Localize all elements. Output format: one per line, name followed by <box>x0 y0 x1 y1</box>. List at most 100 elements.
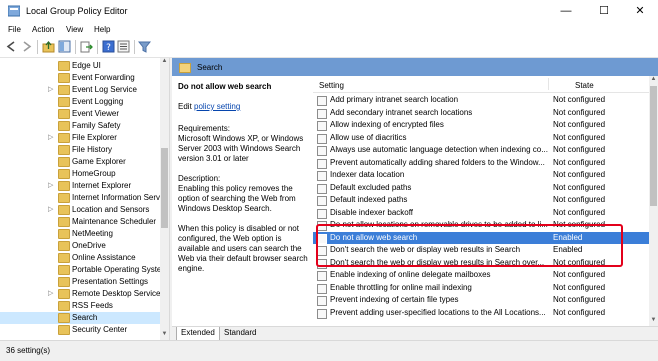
back-arrow-icon[interactable] <box>5 40 18 53</box>
tree-item-label: Maintenance Scheduler <box>72 217 157 226</box>
column-state[interactable]: State <box>575 81 594 90</box>
tree-item[interactable]: ▷ Location and Sensors <box>0 204 160 216</box>
tree-item[interactable]: ▷ Event Log Service <box>0 84 160 96</box>
table-row[interactable]: Default excluded paths Not configured <box>313 182 649 194</box>
table-row[interactable]: Prevent automatically adding shared fold… <box>313 157 649 169</box>
filter-icon[interactable] <box>138 40 151 53</box>
setting-name: Always use automatic language detection … <box>330 145 548 154</box>
tree-item[interactable]: Event Forwarding <box>0 72 160 84</box>
settings-list[interactable]: Setting State Add primary intranet searc… <box>313 76 649 326</box>
folder-icon <box>58 109 70 119</box>
show-tree-icon[interactable] <box>58 40 71 53</box>
scroll-thumb[interactable] <box>650 86 657 206</box>
expand-arrow-icon[interactable]: ▷ <box>48 205 53 213</box>
folder-icon <box>58 169 70 179</box>
menu-view[interactable]: View <box>66 25 83 34</box>
setting-name: Disable indexer backoff <box>330 207 414 217</box>
table-row[interactable]: Allow use of diacritics Not configured <box>313 132 649 144</box>
scroll-up-arrow-icon[interactable]: ▲ <box>649 76 658 85</box>
expand-arrow-icon[interactable]: ▷ <box>48 181 53 189</box>
folder-icon <box>58 85 70 95</box>
policy-setting-icon <box>317 208 327 219</box>
folder-icon <box>58 97 70 107</box>
setting-name: Prevent indexing of certain file types <box>330 295 459 304</box>
setting-name: Don't search the web or display web resu… <box>330 245 521 254</box>
tree-item[interactable]: Event Viewer <box>0 108 160 120</box>
tree-item[interactable]: Search <box>0 312 160 324</box>
table-row[interactable]: Do not allow locations on removable driv… <box>313 219 649 231</box>
table-row[interactable]: Don't search the web or display web resu… <box>313 257 649 269</box>
settings-panel: Search Do not allow web search Edit poli… <box>172 58 658 342</box>
folder-icon <box>58 157 70 167</box>
table-row[interactable]: Add primary intranet search location Not … <box>313 94 649 106</box>
table-row[interactable]: Disable indexer backoff Not configured <box>313 207 649 219</box>
scroll-down-arrow-icon[interactable]: ▼ <box>160 331 169 340</box>
table-row[interactable]: Don't search the web or display web resu… <box>313 244 649 256</box>
tree-item[interactable]: RSS Feeds <box>0 300 160 312</box>
edit-line: Edit policy setting <box>178 102 308 112</box>
table-row[interactable]: Indexer data location Not configured <box>313 169 649 181</box>
tab-standard[interactable]: Standard <box>220 327 260 341</box>
scroll-up-arrow-icon[interactable]: ▲ <box>160 58 169 67</box>
edit-policy-link[interactable]: policy setting <box>194 102 240 111</box>
close-button[interactable]: ✕ <box>622 0 658 22</box>
expand-arrow-icon[interactable]: ▷ <box>48 85 53 93</box>
tree-item-label: Internet Explorer <box>72 181 132 190</box>
export-list-icon[interactable] <box>80 40 93 53</box>
folder-icon <box>58 325 70 335</box>
up-folder-icon[interactable] <box>42 40 55 53</box>
properties-icon[interactable] <box>117 40 130 53</box>
menu-action[interactable]: Action <box>32 25 54 34</box>
detail-text: When this policy is disabled or not conf… <box>178 224 308 273</box>
tree-item[interactable]: File History <box>0 144 160 156</box>
policy-setting-icon <box>317 133 327 144</box>
table-row[interactable]: Enable indexing of online delegate mailb… <box>313 269 649 281</box>
table-row[interactable]: Prevent adding user-specified locations … <box>313 307 649 319</box>
table-row[interactable]: Allow indexing of encrypted files Not con… <box>313 119 649 131</box>
menu-file[interactable]: File <box>8 25 21 34</box>
table-row[interactable]: Always use automatic language detection … <box>313 144 649 156</box>
table-row[interactable]: Prevent indexing of certain file types No… <box>313 294 649 306</box>
scroll-thumb[interactable] <box>161 148 168 228</box>
maximize-button[interactable]: ☐ <box>586 0 622 22</box>
table-row[interactable]: Do not allow web search Enabled <box>313 231 649 244</box>
table-row[interactable]: Default indexed paths Not configured <box>313 194 649 206</box>
tree-item[interactable]: Presentation Settings <box>0 276 160 288</box>
tree-item[interactable]: OneDrive <box>0 240 160 252</box>
tree-item-label: Event Log Service <box>72 85 137 94</box>
policy-setting-icon <box>317 246 327 256</box>
tree-item[interactable]: Online Assistance <box>0 252 160 264</box>
policy-setting-icon <box>317 171 327 181</box>
expand-arrow-icon[interactable]: ▷ <box>48 133 53 141</box>
column-divider[interactable] <box>548 78 549 90</box>
scroll-down-arrow-icon[interactable]: ▼ <box>649 317 658 326</box>
folder-icon <box>58 241 70 251</box>
tree-item[interactable]: ▷ Remote Desktop Services <box>0 288 164 300</box>
tree-item[interactable]: Maintenance Scheduler <box>0 216 160 228</box>
table-row[interactable]: Enable throttling for online mail indexi… <box>313 282 649 294</box>
minimize-button[interactable]: — <box>548 0 584 22</box>
menu-help[interactable]: Help <box>94 25 110 34</box>
tree-item[interactable]: Security Center <box>0 324 160 336</box>
tree-item[interactable]: NetMeeting <box>0 228 160 240</box>
tree-item[interactable]: Event Logging <box>0 96 160 108</box>
tree-item[interactable]: ▷ Internet Explorer <box>0 180 160 192</box>
forward-arrow-icon[interactable] <box>20 40 33 53</box>
policy-setting-icon <box>317 221 327 231</box>
svg-text:?: ? <box>106 43 111 53</box>
help-icon[interactable]: ? <box>102 40 115 53</box>
tree-item[interactable]: Edge UI <box>0 60 160 72</box>
column-setting[interactable]: Setting <box>319 81 344 90</box>
table-row[interactable]: Add secondary intranet search locations N… <box>313 107 649 119</box>
policy-tree[interactable]: Edge UI Event Forwarding ▷ Event Log Servic… <box>0 58 170 340</box>
tree-item[interactable]: Internet Information Serv <box>0 192 160 204</box>
tree-item[interactable]: Portable Operating Syste <box>0 264 161 276</box>
list-scrollbar[interactable]: ▲ ▼ <box>649 76 658 326</box>
tree-scrollbar[interactable]: ▲ ▼ <box>160 58 169 340</box>
tree-item[interactable]: ▷ File Explorer <box>0 132 160 144</box>
expand-arrow-icon[interactable]: ▷ <box>48 289 53 297</box>
tree-item[interactable]: HomeGroup <box>0 168 160 180</box>
tree-item[interactable]: Game Explorer <box>0 156 160 168</box>
policy-setting-icon <box>317 283 327 294</box>
tree-item[interactable]: Family Safety <box>0 120 160 132</box>
